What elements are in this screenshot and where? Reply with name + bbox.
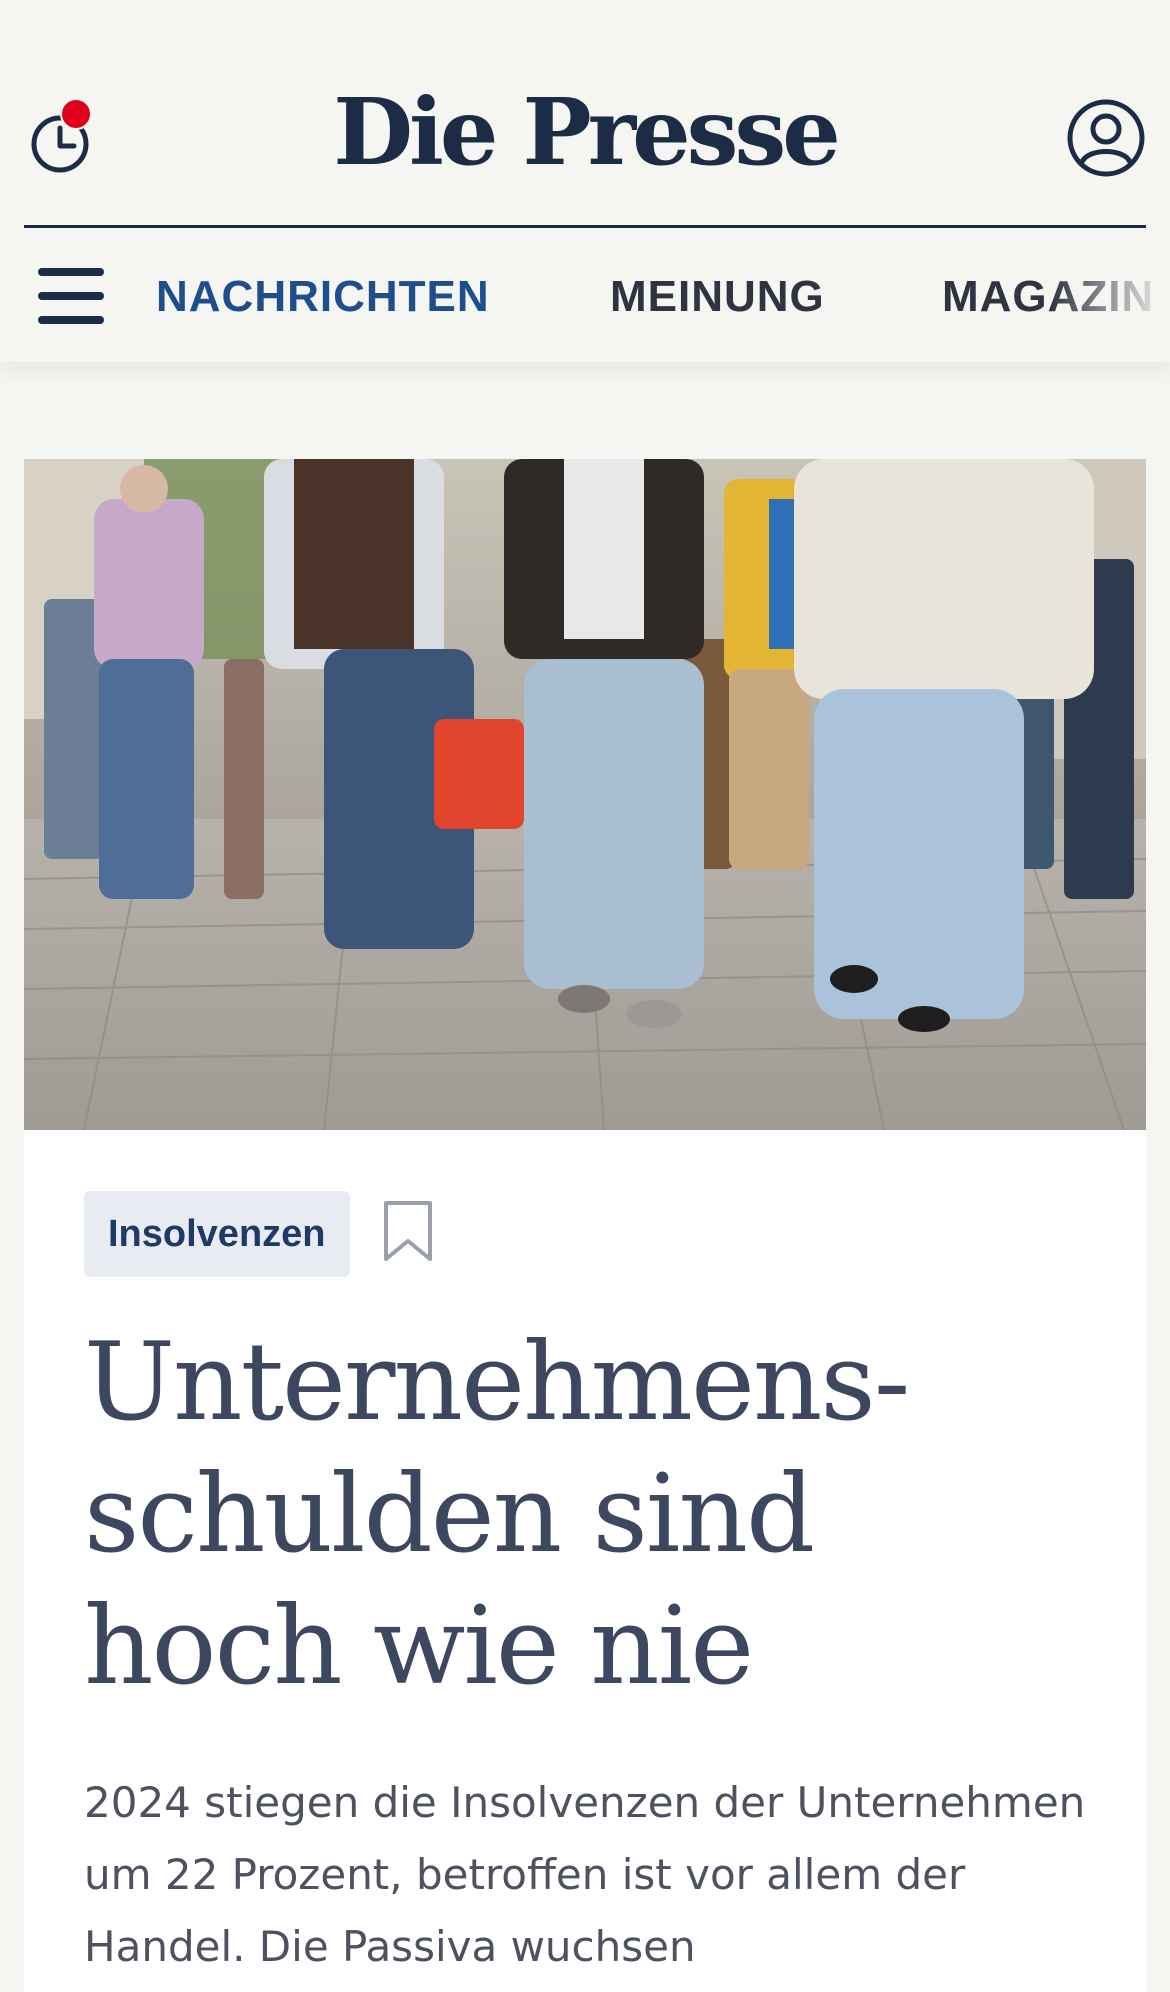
headline-line: Unternehmens- [84,1320,910,1445]
category-tag[interactable]: Insolvenzen [84,1191,350,1277]
bookmark-button[interactable] [382,1199,434,1265]
headline-line: schulden sind [84,1452,815,1577]
article-lead: 2024 stiegen die Insolvenzen der Unterne… [84,1778,1086,1971]
bookmark-icon [384,1201,432,1261]
street-photo [24,459,1146,1130]
account-button[interactable] [1066,98,1146,178]
hamburger-menu-icon[interactable] [38,268,104,324]
user-circle-icon [1067,99,1145,177]
nav-item-meinung[interactable]: MEINUNG [610,272,825,322]
article-card[interactable]: Insolvenzen Unternehmens- schulden sind … [24,459,1146,1992]
headline-line: hoch wie nie [84,1584,754,1709]
nav-overflow-fade [1050,228,1170,362]
article-hero-image[interactable] [24,459,1146,1130]
site-logo[interactable]: Die Presse [0,82,1170,182]
nav-item-nachrichten[interactable]: NACHRICHTEN [156,272,490,322]
top-bar: Die Presse [0,0,1170,228]
article-headline[interactable]: Unternehmens- schulden sind hoch wie nie [84,1317,1044,1713]
site-header: Die Presse NACHRICHTEN MEINUNG MAGAZIN [0,0,1170,362]
section-nav: NACHRICHTEN MEINUNG MAGAZIN [0,228,1170,362]
